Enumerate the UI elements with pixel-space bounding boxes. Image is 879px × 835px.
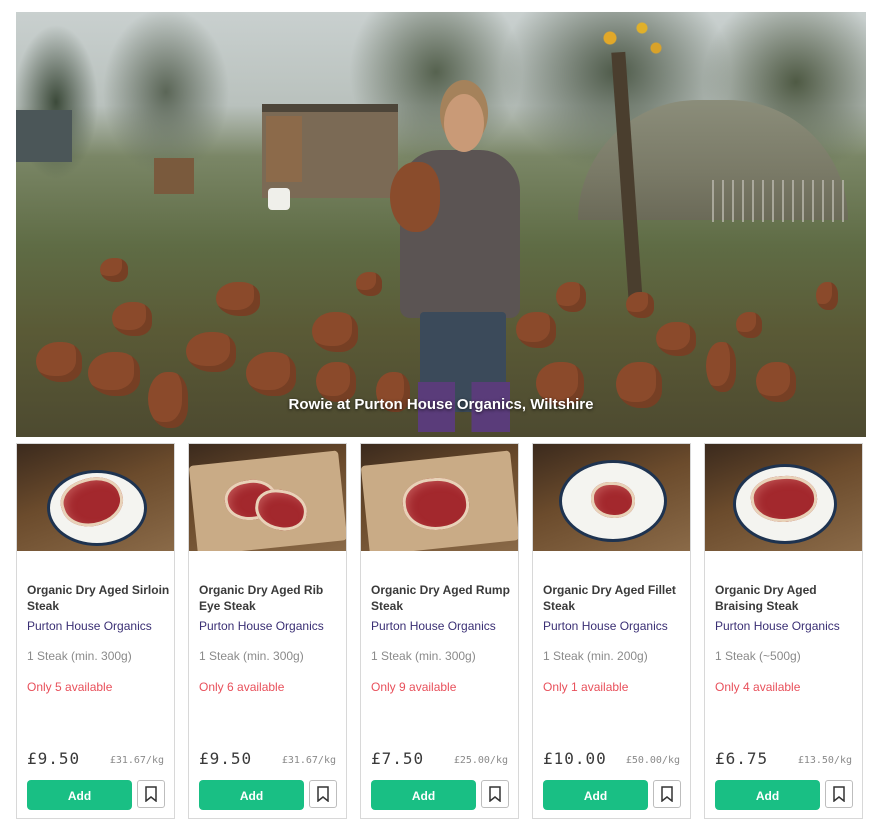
price: £7.50 bbox=[371, 749, 425, 768]
hen bbox=[216, 282, 260, 316]
unit-price: £31.67/kg bbox=[281, 755, 336, 766]
availability-text: Only 5 available bbox=[27, 680, 113, 694]
price: £9.50 bbox=[199, 749, 253, 768]
product-size: 1 Steak (min. 300g) bbox=[371, 649, 476, 663]
add-button[interactable]: Add bbox=[715, 780, 820, 810]
hero-feeder bbox=[268, 188, 290, 210]
product-card[interactable]: Organic Dry Aged Fillet Steak Purton Hou… bbox=[532, 443, 691, 819]
availability-text: Only 4 available bbox=[715, 680, 801, 694]
add-button[interactable]: Add bbox=[543, 780, 648, 810]
hero-fence bbox=[712, 180, 844, 222]
hero-crate bbox=[154, 158, 194, 194]
product-name[interactable]: Organic Dry Aged Rib Eye Steak bbox=[199, 582, 344, 614]
product-size: 1 Steak (min. 300g) bbox=[27, 649, 132, 663]
add-button[interactable]: Add bbox=[371, 780, 476, 810]
producer-link[interactable]: Purton House Organics bbox=[199, 619, 324, 633]
hen bbox=[112, 302, 152, 336]
hen bbox=[736, 312, 762, 338]
product-name[interactable]: Organic Dry Aged Sirloin Steak bbox=[27, 582, 172, 614]
product-card[interactable]: Organic Dry Aged Rump Steak Purton House… bbox=[360, 443, 519, 819]
add-button[interactable]: Add bbox=[199, 780, 304, 810]
price: £10.00 bbox=[543, 749, 607, 768]
bookmark-button[interactable] bbox=[309, 780, 337, 808]
bookmark-icon bbox=[489, 786, 501, 802]
product-photo[interactable] bbox=[705, 444, 862, 551]
availability-text: Only 9 available bbox=[371, 680, 457, 694]
hero-shed-door bbox=[266, 116, 302, 182]
producer-link[interactable]: Purton House Organics bbox=[543, 619, 668, 633]
unit-price: £13.50/kg bbox=[797, 755, 852, 766]
product-name[interactable]: Organic Dry Aged Braising Steak bbox=[715, 582, 860, 614]
bookmark-icon bbox=[661, 786, 673, 802]
unit-price: £25.00/kg bbox=[453, 755, 508, 766]
hen bbox=[246, 352, 296, 396]
product-photo[interactable] bbox=[361, 444, 518, 551]
hen bbox=[356, 272, 382, 296]
steak bbox=[591, 482, 635, 518]
hero-farmer-head bbox=[444, 94, 484, 152]
hen bbox=[626, 292, 654, 318]
price: £9.50 bbox=[27, 749, 81, 768]
product-card[interactable]: Organic Dry Aged Braising Steak Purton H… bbox=[704, 443, 863, 819]
product-size: 1 Steak (min. 300g) bbox=[199, 649, 304, 663]
producer-link[interactable]: Purton House Organics bbox=[27, 619, 152, 633]
bookmark-button[interactable] bbox=[653, 780, 681, 808]
hen bbox=[706, 342, 736, 392]
hen bbox=[100, 258, 128, 282]
hen bbox=[516, 312, 556, 348]
availability-text: Only 6 available bbox=[199, 680, 285, 694]
availability-text: Only 1 available bbox=[543, 680, 629, 694]
hero-hut bbox=[16, 110, 72, 162]
hen bbox=[816, 282, 838, 310]
product-card[interactable]: Organic Dry Aged Rib Eye Steak Purton Ho… bbox=[188, 443, 347, 819]
producer-link[interactable]: Purton House Organics bbox=[715, 619, 840, 633]
bookmark-button[interactable] bbox=[825, 780, 853, 808]
bookmark-icon bbox=[317, 786, 329, 802]
producer-link[interactable]: Purton House Organics bbox=[371, 619, 496, 633]
hen bbox=[186, 332, 236, 372]
unit-price: £31.67/kg bbox=[109, 755, 164, 766]
add-button[interactable]: Add bbox=[27, 780, 132, 810]
price: £6.75 bbox=[715, 749, 769, 768]
product-name[interactable]: Organic Dry Aged Fillet Steak bbox=[543, 582, 688, 614]
product-size: 1 Steak (min. 200g) bbox=[543, 649, 648, 663]
bookmark-button[interactable] bbox=[481, 780, 509, 808]
product-name[interactable]: Organic Dry Aged Rump Steak bbox=[371, 582, 516, 614]
hen bbox=[656, 322, 696, 356]
hero-image: Rowie at Purton House Organics, Wiltshir… bbox=[16, 12, 866, 437]
product-photo[interactable] bbox=[533, 444, 690, 551]
bookmark-icon bbox=[833, 786, 845, 802]
product-card[interactable]: Organic Dry Aged Sirloin Steak Purton Ho… bbox=[16, 443, 175, 819]
product-photo[interactable] bbox=[17, 444, 174, 551]
hero-autumn-leaves bbox=[590, 18, 670, 58]
product-size: 1 Steak (~500g) bbox=[715, 649, 801, 663]
unit-price: £50.00/kg bbox=[625, 755, 680, 766]
held-hen bbox=[390, 162, 440, 232]
bookmark-button[interactable] bbox=[137, 780, 165, 808]
hen bbox=[36, 342, 82, 382]
product-photo[interactable] bbox=[189, 444, 346, 551]
hen bbox=[88, 352, 140, 396]
hero-caption: Rowie at Purton House Organics, Wiltshir… bbox=[288, 396, 594, 413]
bookmark-icon bbox=[145, 786, 157, 802]
hen bbox=[312, 312, 358, 352]
hen bbox=[556, 282, 586, 312]
